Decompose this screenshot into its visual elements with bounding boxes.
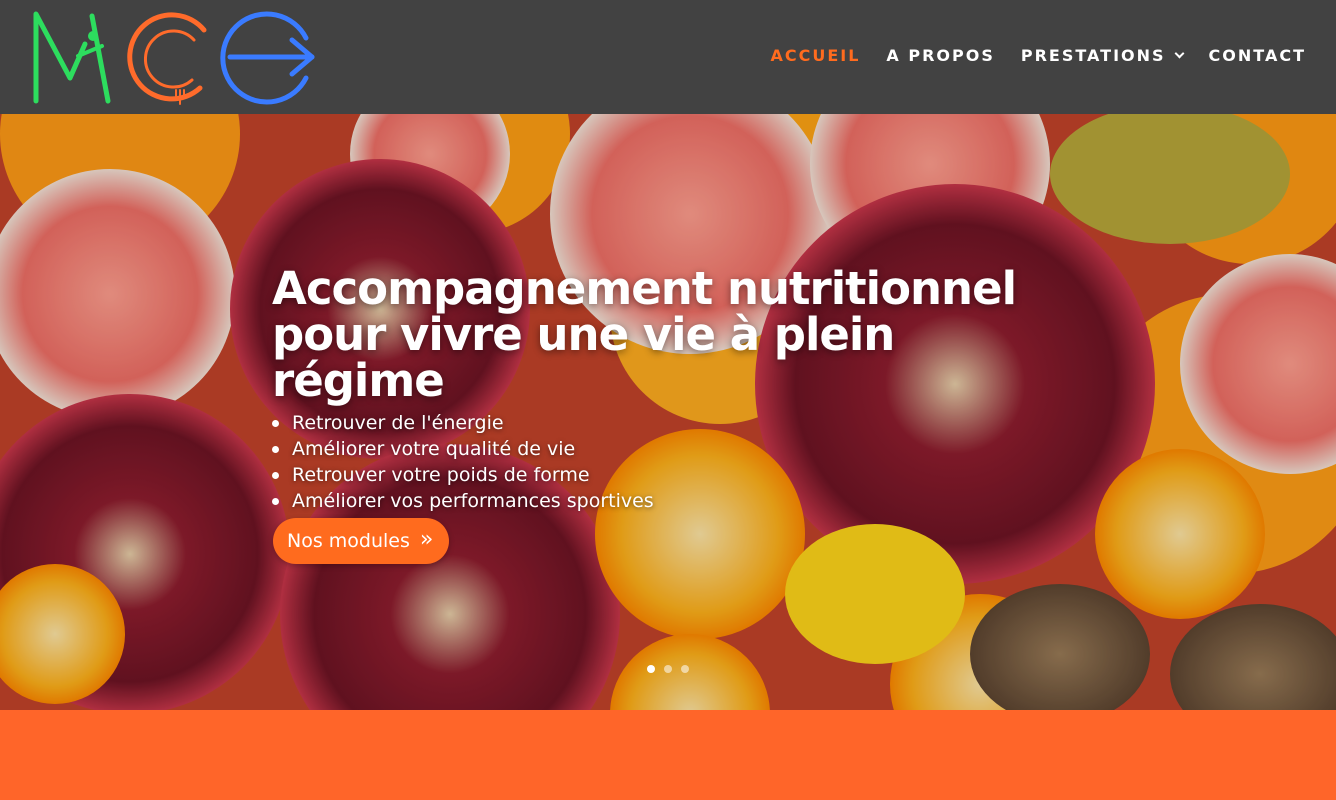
hero-title: Accompagnement nutritionnel pour vivre u… — [272, 266, 1072, 404]
hero-bullet-list: Retrouver de l'énergie Améliorer votre q… — [272, 410, 1072, 514]
mce-logo-icon — [33, 11, 315, 105]
hero-slider: Accompagnement nutritionnel pour vivre u… — [0, 114, 1336, 710]
list-item: Retrouver votre poids de forme — [272, 462, 1072, 488]
nav-item-label: PRESTATIONS — [1020, 46, 1166, 65]
cta-label: Nos modules — [287, 530, 410, 552]
slider-pagination — [647, 665, 698, 673]
list-item: Améliorer votre qualité de vie — [272, 436, 1072, 462]
chevron-double-right-icon: » — [419, 527, 434, 552]
hero-title-line-2: pour vivre une vie à plein régime — [272, 308, 895, 407]
site-logo[interactable] — [30, 8, 320, 106]
nav-item-prestations[interactable]: PRESTATIONS — [1020, 46, 1184, 65]
nos-modules-button[interactable]: Nos modules » — [273, 518, 450, 564]
nav-item-label: CONTACT — [1208, 46, 1306, 65]
nav-item-contact[interactable]: CONTACT — [1209, 46, 1306, 65]
hero-content: Accompagnement nutritionnel pour vivre u… — [272, 266, 1072, 564]
chevron-down-icon — [1174, 48, 1184, 59]
site-header: ACCUEIL A PROPOS PRESTATIONS CONTACT — [0, 0, 1336, 114]
nav-item-label: ACCUEIL — [770, 46, 861, 65]
list-item: Retrouver de l'énergie — [272, 410, 1072, 436]
list-item: Améliorer vos performances sportives — [272, 488, 1072, 514]
orange-section — [0, 710, 1336, 800]
slider-dot-1[interactable] — [647, 665, 655, 673]
main-nav: ACCUEIL A PROPOS PRESTATIONS CONTACT — [744, 46, 1306, 65]
nav-item-accueil[interactable]: ACCUEIL — [770, 46, 860, 65]
slider-dot-2[interactable] — [664, 665, 672, 673]
nav-item-a-propos[interactable]: A PROPOS — [886, 46, 994, 65]
slider-dot-3[interactable] — [681, 665, 689, 673]
nav-item-label: A PROPOS — [886, 46, 995, 65]
